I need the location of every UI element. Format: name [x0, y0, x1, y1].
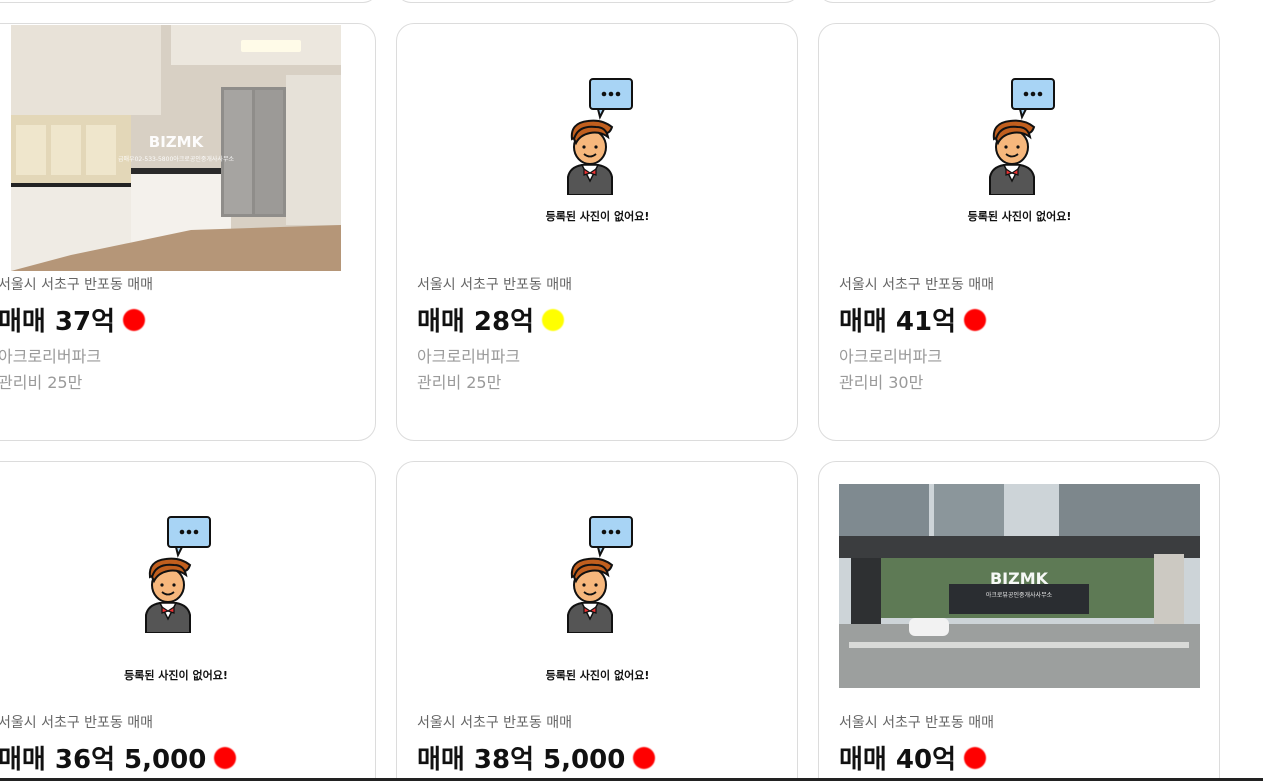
listing-card[interactable]: 등록된 사진이 없어요! 서울시 서초구 반포동 매매 매매 41억 아크로리버…: [818, 23, 1220, 441]
listing-location: 서울시 서초구 반포동 매매: [839, 715, 995, 731]
status-dot-red: [123, 308, 145, 331]
listing-fee: 관리비 25만: [417, 373, 502, 392]
card-above-stub: [0, 0, 378, 3]
agent-avatar-icon: [988, 78, 1055, 195]
listing-complex: 아크로리버파크: [839, 347, 943, 366]
listing-card[interactable]: 등록된 사진이 없어요! 서울시 서초구 반포동 매매 매매 36억 5,000: [0, 461, 376, 781]
status-dot-red: [964, 746, 986, 769]
listing-price: 매매 41억: [839, 301, 986, 338]
agent-avatar-icon: [145, 516, 211, 633]
listing-card[interactable]: 등록된 사진이 없어요! 서울시 서초구 반포동 매매 매매 38억 5,000: [396, 461, 798, 781]
no-photo-text: 등록된 사진이 없어요!: [124, 669, 228, 682]
no-photo-text: 등록된 사진이 없어요!: [545, 210, 650, 223]
no-photo-text: 등록된 사진이 없어요!: [967, 210, 1072, 223]
listing-price: 매매 36억 5,000: [0, 739, 237, 776]
listing-card[interactable]: BIZMK 아크로뷰공인중개사사무소 서울시 서초구 반포동 매매 매매 40억: [818, 461, 1220, 781]
listing-fee: 관리비 30만: [839, 373, 924, 392]
no-photo-placeholder: 등록된 사진이 없어요!: [11, 484, 341, 688]
watermark-brand: BIZMK: [990, 569, 1049, 588]
no-photo-placeholder: 등록된 사진이 없어요!: [417, 25, 778, 271]
listing-price: 매매 37억: [0, 301, 145, 338]
watermark-brand: BIZMK: [149, 133, 205, 151]
status-dot-red: [964, 308, 986, 331]
listing-grid: BIZMK 급매우02-533-5800아크로공인중개사사무소 서울시 서초구 …: [0, 0, 1263, 781]
listing-complex: 아크로리버파크: [0, 347, 102, 366]
price-text: 매매 38억 5,000: [417, 745, 626, 775]
card-above-stub: [818, 0, 1222, 3]
listing-photo-entrance: BIZMK 아크로뷰공인중개사사무소: [839, 484, 1200, 688]
price-text: 매매 40억: [839, 745, 956, 775]
agent-avatar-icon: [566, 516, 633, 633]
listing-photo-kitchen: BIZMK 급매우02-533-5800아크로공인중개사사무소: [11, 25, 341, 271]
status-dot-red: [214, 746, 237, 769]
watermark-subtext: 급매우02-533-5800아크로공인중개사사무소: [118, 155, 234, 163]
price-text: 매매 41억: [839, 307, 956, 337]
price-text: 매매 36억 5,000: [0, 745, 207, 775]
agent-avatar-icon: [566, 78, 633, 195]
listing-location: 서울시 서초구 반포동 매매: [417, 277, 573, 293]
card-above-stub: [396, 0, 800, 3]
no-photo-text: 등록된 사진이 없어요!: [545, 669, 650, 682]
listing-price: 매매 28억: [417, 301, 564, 338]
price-text: 매매 28억: [417, 307, 534, 337]
price-text: 매매 37억: [0, 307, 115, 337]
no-photo-placeholder: 등록된 사진이 없어요!: [839, 25, 1200, 271]
listing-price: 매매 38억 5,000: [417, 739, 656, 776]
kitchen-illustration: BIZMK 급매우02-533-5800아크로공인중개사사무소: [11, 25, 341, 271]
listing-location: 서울시 서초구 반포동 매매: [839, 277, 995, 293]
status-dot-red: [633, 746, 656, 769]
entrance-illustration: BIZMK 아크로뷰공인중개사사무소: [839, 484, 1200, 688]
listing-location: 서울시 서초구 반포동 매매: [0, 277, 154, 293]
listing-location: 서울시 서초구 반포동 매매: [417, 715, 573, 731]
listing-location: 서울시 서초구 반포동 매매: [0, 715, 154, 731]
no-photo-placeholder: 등록된 사진이 없어요!: [417, 484, 778, 688]
listing-card[interactable]: 등록된 사진이 없어요! 서울시 서초구 반포동 매매 매매 28억 아크로리버…: [396, 23, 798, 441]
watermark-subtext: 아크로뷰공인중개사사무소: [986, 591, 1053, 599]
listing-fee: 관리비 25만: [0, 373, 83, 392]
status-dot-yellow: [542, 308, 564, 331]
listing-complex: 아크로리버파크: [417, 347, 521, 366]
listing-price: 매매 40억: [839, 739, 986, 776]
listing-card[interactable]: BIZMK 급매우02-533-5800아크로공인중개사사무소 서울시 서초구 …: [0, 23, 376, 441]
